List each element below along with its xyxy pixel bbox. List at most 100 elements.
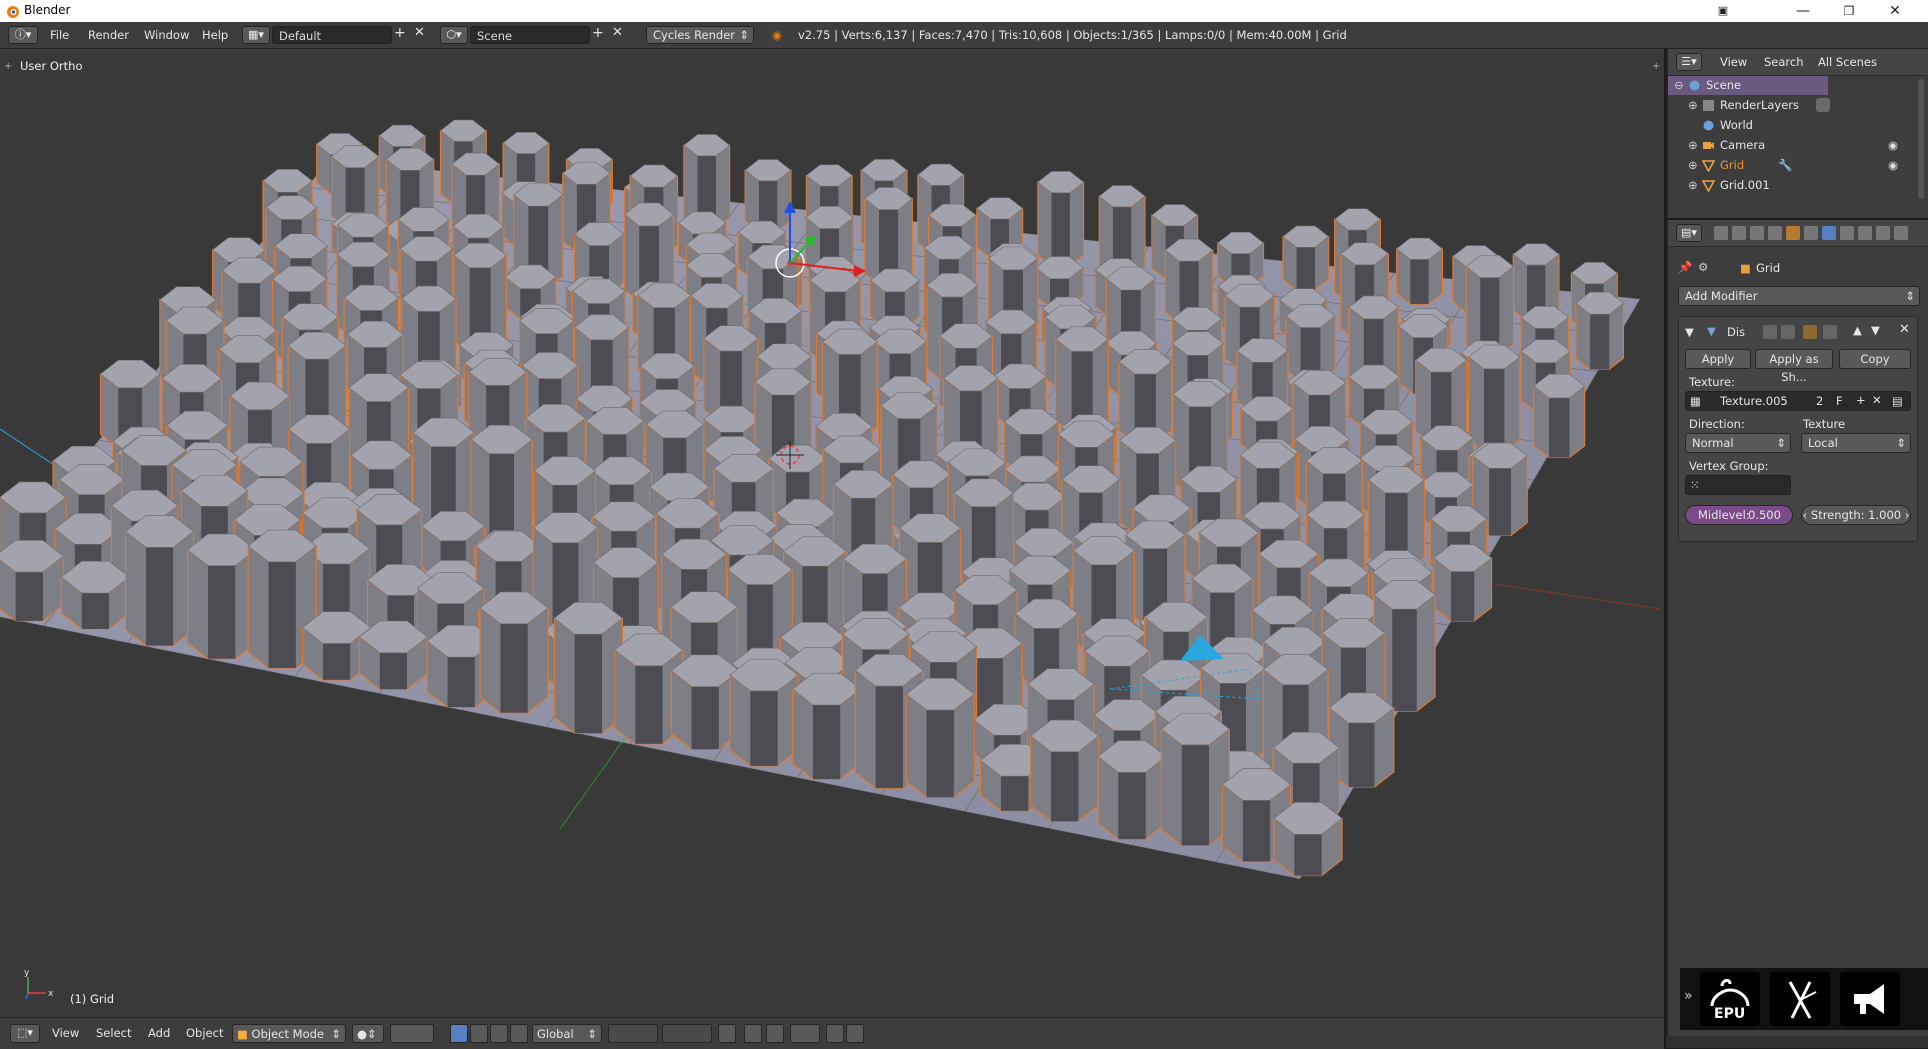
- lock-layers-icon[interactable]: [718, 1024, 736, 1043]
- taskbar-icon[interactable]: ▣: [1700, 0, 1746, 22]
- layers-grid-1[interactable]: [608, 1024, 658, 1043]
- editor-type-info-icon[interactable]: ⓘ▾: [8, 26, 38, 44]
- snap-element-icon[interactable]: [790, 1024, 820, 1043]
- texture-browse-icon[interactable]: ▤: [1892, 394, 1903, 408]
- outliner-item-world[interactable]: World: [1668, 116, 1912, 135]
- copy-button[interactable]: Copy: [1839, 349, 1911, 369]
- texture-name[interactable]: Texture.005: [1720, 394, 1788, 408]
- render-preview-icon[interactable]: [826, 1024, 844, 1043]
- orientation-select[interactable]: Global ⇕: [532, 1024, 602, 1043]
- data-tab-icon[interactable]: [1840, 226, 1854, 240]
- minimize-button[interactable]: —: [1780, 0, 1826, 22]
- render-engine-select[interactable]: Cycles Render ⇕: [646, 26, 754, 44]
- render-tab-icon[interactable]: [1714, 226, 1728, 240]
- menu-window[interactable]: Window: [144, 27, 189, 43]
- add-layout-icon[interactable]: +: [394, 25, 406, 41]
- modifiers-tab-icon[interactable]: [1822, 226, 1836, 240]
- layers-grid-2[interactable]: [662, 1024, 712, 1043]
- visibility-eye-icon[interactable]: ◉: [1888, 136, 1898, 155]
- editmode-toggle-icon[interactable]: [1803, 325, 1817, 339]
- apply-button[interactable]: Apply: [1685, 349, 1751, 369]
- viewport-toggle-icon[interactable]: [1781, 325, 1795, 339]
- texture-coordinates-select[interactable]: Local ⇕: [1801, 433, 1911, 453]
- viewport-scene[interactable]: [0, 49, 1664, 1017]
- editor-type-outliner-icon[interactable]: ☰▾: [1676, 53, 1702, 71]
- outliner-menu-search[interactable]: Search: [1764, 54, 1804, 70]
- screen-layout-field[interactable]: Default: [272, 26, 392, 44]
- mode-select[interactable]: ■ Object Mode ⇕: [232, 1024, 346, 1043]
- menu-select[interactable]: Select: [96, 1026, 131, 1040]
- outliner-item-camera[interactable]: ⊕ Camera ◉: [1668, 136, 1912, 155]
- cage-toggle-icon[interactable]: [1823, 325, 1837, 339]
- material-tab-icon[interactable]: [1858, 226, 1872, 240]
- visibility-eye-icon[interactable]: ◉: [1888, 156, 1898, 175]
- pivot-select[interactable]: [390, 1024, 434, 1043]
- menu-view[interactable]: View: [52, 1026, 79, 1040]
- modifier-name-field[interactable]: Dis: [1727, 325, 1745, 339]
- scene-tab-icon[interactable]: [1750, 226, 1764, 240]
- object-tab-icon[interactable]: [1786, 226, 1800, 240]
- outliner-item-grid001[interactable]: ⊕ Grid.001: [1668, 176, 1912, 195]
- texture-icon: ▦: [1690, 394, 1701, 408]
- toolshelf-toggle-icon[interactable]: +: [4, 61, 12, 72]
- rotate-manipulator-icon[interactable]: [490, 1024, 508, 1043]
- outliner-display-mode[interactable]: All Scenes: [1818, 54, 1877, 70]
- particles-tab-icon[interactable]: [1894, 226, 1908, 240]
- menu-file[interactable]: File: [50, 27, 69, 43]
- fake-user-button[interactable]: F: [1836, 394, 1843, 408]
- expand-icon[interactable]: »: [1684, 988, 1693, 1004]
- remove-scene-icon[interactable]: ✕: [612, 25, 623, 41]
- strength-field[interactable]: ‹ Strength: 1.000 ›: [1801, 505, 1911, 525]
- properties-toggle-icon[interactable]: +: [1652, 61, 1660, 72]
- remove-layout-icon[interactable]: ✕: [414, 25, 425, 41]
- outliner-item-renderlayers[interactable]: ⊕ RenderLayers: [1668, 96, 1912, 115]
- svg-text:y: y: [24, 968, 30, 978]
- falloff-icon[interactable]: [766, 1024, 784, 1043]
- remove-modifier-icon[interactable]: ✕: [1899, 322, 1910, 337]
- unlink-texture-icon[interactable]: ✕: [1872, 393, 1882, 407]
- scene-field[interactable]: Scene: [470, 26, 590, 44]
- displaced-grid-mesh[interactable]: [0, 119, 1625, 877]
- menu-object[interactable]: Object: [186, 1026, 223, 1040]
- outliner-item-scene[interactable]: ⊖ Scene: [1668, 76, 1828, 95]
- world-tab-icon[interactable]: [1768, 226, 1782, 240]
- menu-add[interactable]: Add: [148, 1026, 170, 1040]
- collapse-arrow-icon[interactable]: ▼: [1685, 325, 1694, 339]
- manipulator-toggle-icon[interactable]: [450, 1024, 468, 1043]
- decrement-icon[interactable]: ‹: [1803, 508, 1808, 522]
- move-down-icon[interactable]: ▼: [1871, 323, 1880, 337]
- midlevel-field[interactable]: Midlevel: 0.500: [1685, 505, 1793, 525]
- proportional-edit-icon[interactable]: [744, 1024, 762, 1043]
- shading-select[interactable]: ●⇕: [352, 1024, 384, 1043]
- add-modifier-select[interactable]: Add Modifier ⇕: [1678, 286, 1920, 306]
- scene-icon[interactable]: ⬡▾: [440, 26, 468, 44]
- 3d-viewport[interactable]: User Ortho (1) Grid y x + +: [0, 49, 1664, 1017]
- apply-as-shape-button[interactable]: Apply as Sh...: [1755, 349, 1833, 384]
- close-button[interactable]: ✕: [1872, 0, 1918, 22]
- texture-tab-icon[interactable]: [1876, 226, 1890, 240]
- pin-icon[interactable]: 📌: [1678, 260, 1692, 274]
- increment-icon[interactable]: ›: [1905, 508, 1910, 522]
- new-texture-icon[interactable]: +: [1856, 393, 1866, 407]
- vertex-group-field[interactable]: ⁙: [1685, 475, 1791, 495]
- editor-type-properties-icon[interactable]: ▤▾: [1676, 224, 1702, 242]
- opengl-render-icon[interactable]: [846, 1024, 864, 1043]
- texture-datablock[interactable]: ▦ Texture.005 2 F + ✕ ▤: [1685, 391, 1911, 411]
- outliner-menu-view[interactable]: View: [1720, 54, 1747, 70]
- maximize-button[interactable]: ❐: [1826, 0, 1872, 22]
- screen-layout-icon[interactable]: ▦▾: [242, 26, 270, 44]
- translate-manipulator-icon[interactable]: [470, 1024, 488, 1043]
- outliner-item-grid[interactable]: ⊕ Grid 🔧 ◉: [1668, 156, 1912, 175]
- render-toggle-icon[interactable]: [1763, 325, 1777, 339]
- direction-select[interactable]: Normal ⇕: [1685, 433, 1791, 453]
- outliner-scrollbar[interactable]: [1918, 79, 1924, 199]
- constraints-tab-icon[interactable]: [1804, 226, 1818, 240]
- move-up-icon[interactable]: ▲: [1853, 323, 1862, 337]
- menu-render[interactable]: Render: [88, 27, 129, 43]
- add-scene-icon[interactable]: +: [592, 25, 604, 41]
- menu-help[interactable]: Help: [202, 27, 228, 43]
- editor-type-3dview-icon[interactable]: ⬚▾: [10, 1024, 40, 1043]
- updown-icon: ⇕: [1896, 436, 1906, 450]
- renderlayers-tab-icon[interactable]: [1732, 226, 1746, 240]
- scale-manipulator-icon[interactable]: [510, 1024, 528, 1043]
